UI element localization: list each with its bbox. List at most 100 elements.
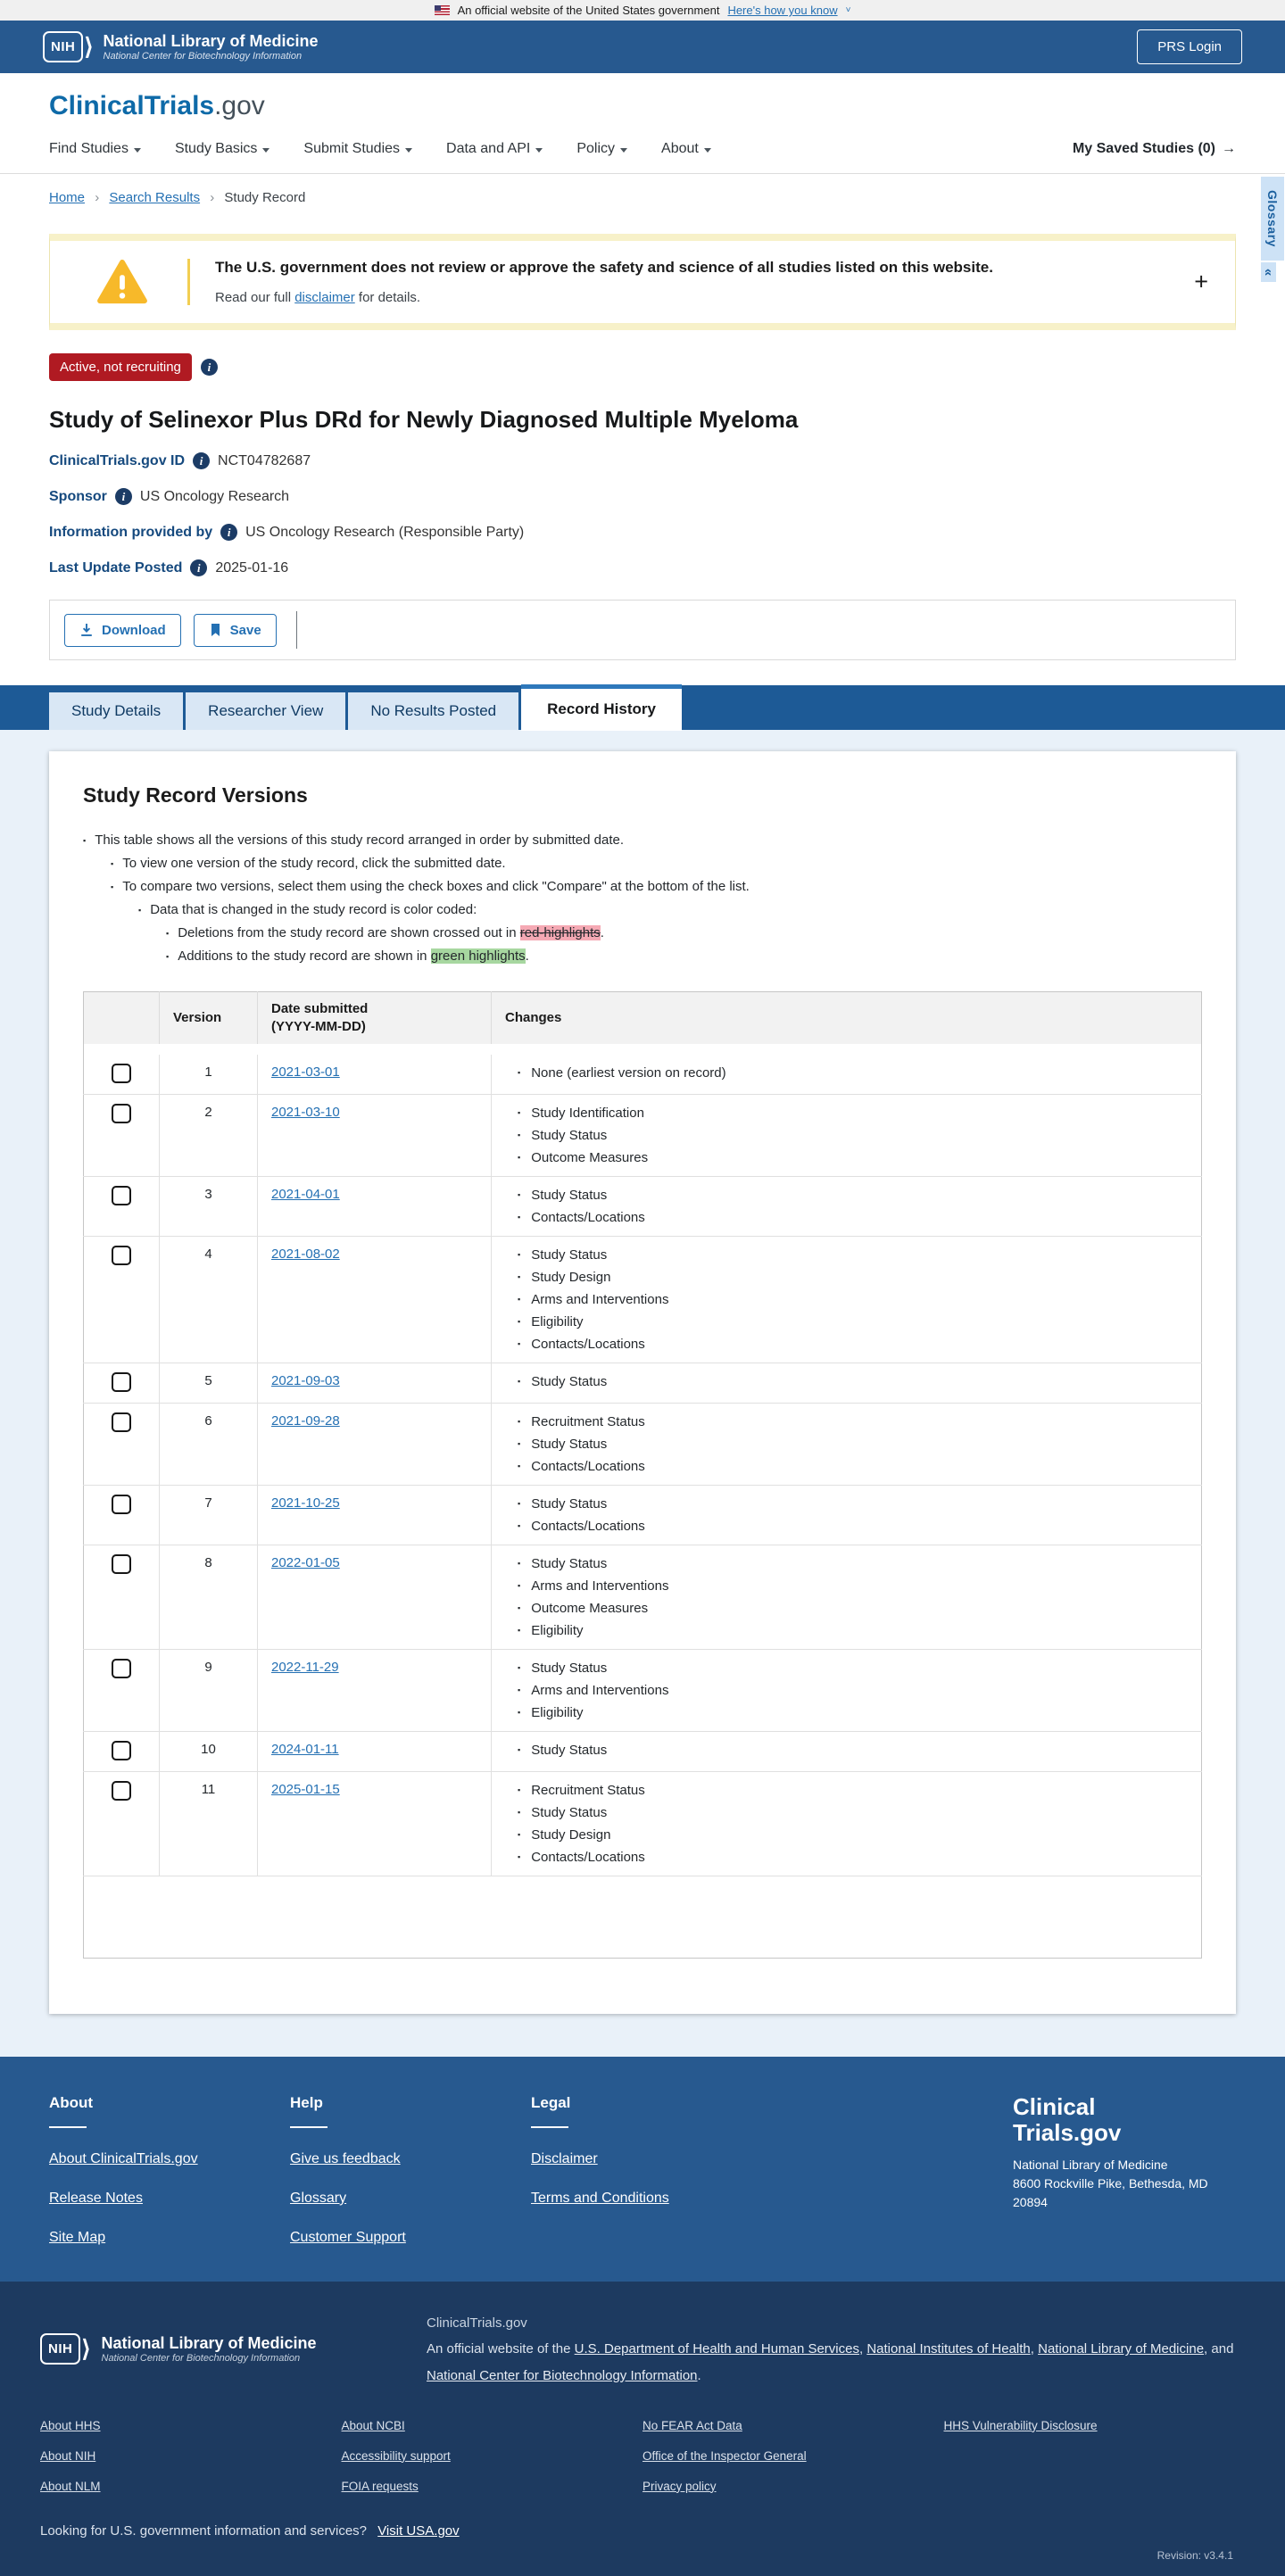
nav-item-find-studies[interactable]: Find Studies [49, 141, 141, 157]
heres-how-you-know-link[interactable]: Here's how you know [727, 4, 837, 17]
version-date-link[interactable]: 2021-04-01 [271, 1187, 340, 1202]
info-icon[interactable]: i [193, 452, 211, 469]
tab-researcher-view[interactable]: Researcher View [186, 692, 346, 730]
version-date-link[interactable]: 2024-01-11 [271, 1742, 339, 1757]
nlm-logo[interactable]: NIH ⟩ National Library of Medicine Natio… [43, 31, 319, 62]
footer-link-customer-support[interactable]: Customer Support [290, 2230, 531, 2246]
bullet-icon: ▪ [518, 1785, 521, 1794]
glossary-tab[interactable]: Glossary [1261, 177, 1284, 261]
footer-link-disclaimer[interactable]: Disclaimer [531, 2151, 772, 2167]
version-checkbox[interactable] [112, 1186, 131, 1205]
change-text: Study Status [531, 1437, 608, 1452]
version-checkbox[interactable] [112, 1554, 131, 1574]
version-date-link[interactable]: 2021-03-01 [271, 1064, 340, 1080]
recruitment-status-badge: Active, not recruiting [49, 353, 192, 381]
official-link-3[interactable]: National Center for Biotechnology Inform… [427, 2368, 698, 2383]
nav-item-data-and-api[interactable]: Data and API [446, 141, 543, 157]
revision-label: Revision: v3.4.1 [1156, 2548, 1233, 2562]
official-link-0[interactable]: U.S. Department of Health and Human Serv… [575, 2341, 859, 2357]
change-text: Eligibility [531, 1705, 584, 1720]
subfooter-link-privacy-policy[interactable]: Privacy policy [642, 2480, 944, 2493]
bullet-icon: ▪ [518, 1745, 521, 1754]
subfooter-link-about-nih[interactable]: About NIH [40, 2449, 342, 2463]
info-icon[interactable]: i [114, 488, 132, 505]
version-note: ▪ Data that is changed in the study recor… [83, 899, 1202, 922]
nav-item-study-basics[interactable]: Study Basics [175, 141, 270, 157]
tab-study-details[interactable]: Study Details [49, 692, 184, 730]
official-link-1[interactable]: National Institutes of Health [866, 2341, 1030, 2357]
version-date-link[interactable]: 2021-08-02 [271, 1247, 340, 1262]
subfooter-link-office-of-the-inspector-general[interactable]: Office of the Inspector General [642, 2449, 944, 2463]
footer-link-glossary[interactable]: Glossary [290, 2191, 531, 2207]
version-checkbox[interactable] [112, 1659, 131, 1678]
version-date-link[interactable]: 2021-10-25 [271, 1495, 340, 1511]
breadcrumb: Home › Search Results › Study Record [49, 190, 306, 205]
version-checkbox[interactable] [112, 1495, 131, 1514]
version-date-link[interactable]: 2022-01-05 [271, 1555, 340, 1570]
nav-item-label: Data and API [446, 141, 531, 156]
subfooter-link-hhs-vulnerability-disclosure[interactable]: HHS Vulnerability Disclosure [944, 2419, 1246, 2432]
info-icon[interactable]: i [220, 524, 238, 541]
column-header-changes: Changes [491, 991, 1202, 1044]
official-link-2[interactable]: National Library of Medicine [1038, 2341, 1204, 2357]
change-text: Contacts/Locations [531, 1519, 645, 1534]
change-item: ▪ Study Status [505, 1493, 1188, 1515]
subfooter-link-foia-requests[interactable]: FOIA requests [342, 2480, 643, 2493]
footer-link-give-us-feedback[interactable]: Give us feedback [290, 2151, 531, 2167]
version-checkbox[interactable] [112, 1372, 131, 1392]
subfooter-link-accessibility-support[interactable]: Accessibility support [342, 2449, 643, 2463]
tab-no-results-posted[interactable]: No Results Posted [348, 692, 519, 730]
table-row: 4 2021-08-02 ▪ Study Status ▪ Study Design ▪ Ar… [83, 1236, 1202, 1363]
footer-column-heading: Help [290, 2094, 323, 2111]
version-checkbox[interactable] [112, 1412, 131, 1432]
bullet-icon: ▪ [518, 1339, 521, 1348]
version-checkbox[interactable] [112, 1741, 131, 1760]
breadcrumb-search-results-link[interactable]: Search Results [109, 190, 200, 205]
glossary-collapse-icon[interactable]: « [1261, 261, 1276, 283]
version-date-link[interactable]: 2021-03-10 [271, 1105, 340, 1120]
tab-record-history[interactable]: Record History [521, 684, 682, 731]
disclaimer-heading: The U.S. government does not review or a… [215, 259, 993, 276]
subfooter-link-no-fear-act-data[interactable]: No FEAR Act Data [642, 2419, 944, 2432]
nav-item-submit-studies[interactable]: Submit Studies [303, 141, 413, 157]
version-date-link[interactable]: 2021-09-03 [271, 1373, 340, 1388]
nav-item-about[interactable]: About [661, 141, 711, 157]
my-saved-studies-link[interactable]: My Saved Studies (0) → [1073, 141, 1236, 157]
bullet-icon: ▪ [518, 1603, 521, 1612]
version-checkbox[interactable] [112, 1064, 131, 1083]
info-icon[interactable]: i [190, 559, 208, 576]
info-icon[interactable]: i [200, 359, 218, 376]
version-checkbox[interactable] [112, 1246, 131, 1265]
subfooter-link-about-ncbi[interactable]: About NCBI [342, 2419, 643, 2432]
download-button[interactable]: Download [64, 613, 181, 647]
version-checkbox[interactable] [112, 1781, 131, 1801]
field-value: 2025-01-16 [215, 559, 289, 576]
version-date-link[interactable]: 2022-11-29 [271, 1660, 339, 1675]
nav-item-policy[interactable]: Policy [576, 141, 628, 157]
disclaimer-body: Read our full disclaimer for details. [215, 290, 421, 305]
change-text: Study Design [531, 1270, 611, 1285]
prs-login-button[interactable]: PRS Login [1137, 29, 1242, 64]
nlm-footer-logo[interactable]: NIH ⟩ National Library of Medicine Natio… [40, 2310, 384, 2389]
version-date-link[interactable]: 2025-01-15 [271, 1782, 340, 1797]
nlm-logo-title: National Library of Medicine [103, 32, 319, 51]
change-item: ▪ Arms and Interventions [505, 1679, 1188, 1702]
version-checkbox[interactable] [112, 1104, 131, 1123]
breadcrumb-home-link[interactable]: Home [49, 190, 85, 205]
subfooter-link-about-nlm[interactable]: About NLM [40, 2480, 342, 2493]
subfooter-link-about-hhs[interactable]: About HHS [40, 2419, 342, 2432]
nlm-subfooter: NIH ⟩ National Library of Medicine Natio… [0, 2282, 1285, 2576]
footer-link-release-notes[interactable]: Release Notes [49, 2191, 290, 2207]
save-button[interactable]: Save [193, 613, 277, 647]
expand-plus-icon[interactable]: + [1194, 269, 1208, 294]
disclaimer-link[interactable]: disclaimer [294, 290, 355, 305]
version-date-link[interactable]: 2021-09-28 [271, 1413, 340, 1429]
clinicaltrials-logo[interactable]: ClinicalTrials.gov [49, 91, 1236, 121]
footer-link-terms-and-conditions[interactable]: Terms and Conditions [531, 2191, 772, 2207]
subfooter-links: About HHS About NIH About NLM About NCBI Acc… [40, 2419, 1245, 2493]
change-text: Arms and Interventions [531, 1292, 669, 1307]
visit-usa-gov-link[interactable]: Visit USA.gov [377, 2523, 459, 2539]
usa-gov-line: Looking for U.S. government information … [40, 2522, 460, 2539]
footer-link-about-clinicaltrials-gov[interactable]: About ClinicalTrials.gov [49, 2151, 290, 2167]
footer-link-site-map[interactable]: Site Map [49, 2230, 290, 2246]
